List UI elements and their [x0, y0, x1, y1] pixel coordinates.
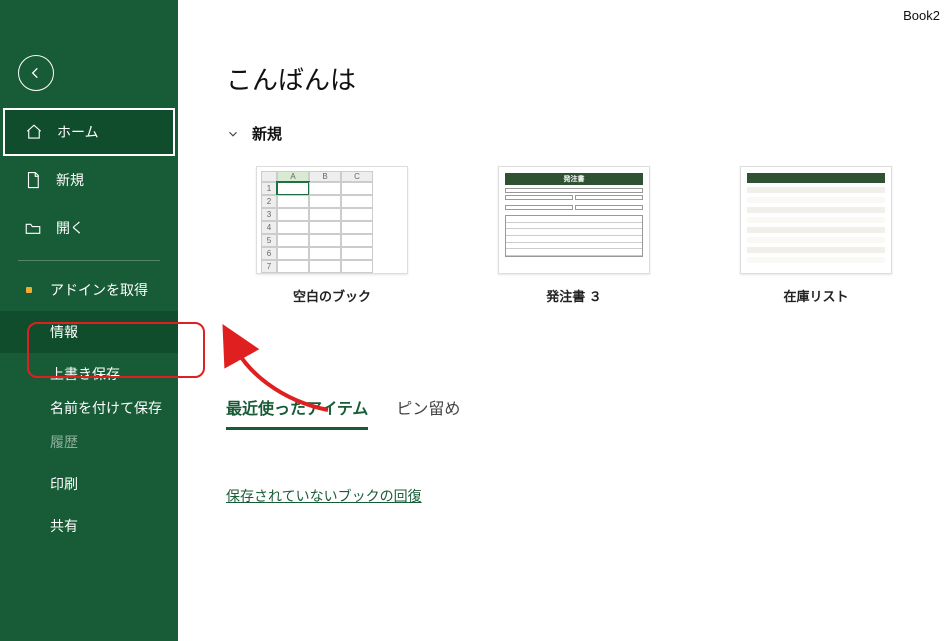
back-button[interactable] — [18, 55, 54, 91]
row-header: 1 — [261, 182, 277, 195]
sidebar-item-label: 名前を付けて保存 — [50, 399, 162, 417]
recover-unsaved-link[interactable]: 保存されていないブックの回復 — [226, 486, 422, 506]
sidebar-item-addins[interactable]: アドインを取得 — [0, 269, 178, 311]
template-label: 在庫リスト — [783, 286, 848, 305]
recent-tabs: 最近使ったアイテム ピン留め — [226, 395, 910, 430]
tab-pinned[interactable]: ピン留め — [396, 395, 460, 430]
row-header: 5 — [261, 234, 277, 247]
sidebar-item-save-as[interactable]: 名前を付けて保存 — [0, 395, 178, 421]
sidebar-item-label: 履歴 — [50, 432, 78, 452]
template-inventory-list[interactable]: 在庫リスト — [740, 166, 892, 305]
arrow-left-icon — [28, 65, 44, 81]
sidebar-item-label: ホーム — [57, 122, 99, 142]
col-header: A — [277, 171, 309, 182]
po-title: 発注書 — [505, 173, 643, 185]
template-thumbnail: 発注書 — [498, 166, 650, 274]
template-blank-workbook[interactable]: A B C 1234567 空白のブック — [256, 166, 408, 305]
window-title: Book2 — [903, 8, 940, 23]
sidebar-item-print[interactable]: 印刷 — [0, 463, 178, 505]
row-header: 2 — [261, 195, 277, 208]
sidebar-nav: ホーム 新規 開く アドインを取得 情報 — [0, 108, 178, 547]
section-label: 新規 — [252, 123, 282, 144]
page-title: こんばんは — [226, 60, 910, 97]
sidebar-item-history: 履歴 — [0, 421, 178, 463]
sidebar-item-label: 開く — [56, 218, 84, 238]
sidebar-item-label: 共有 — [50, 516, 78, 536]
sidebar-separator — [18, 260, 160, 261]
sidebar-item-label: 上書き保存 — [50, 364, 120, 384]
sidebar-item-label: 新規 — [56, 170, 84, 190]
sidebar-item-home[interactable]: ホーム — [3, 108, 175, 156]
col-header: B — [309, 171, 341, 182]
sidebar-item-share[interactable]: 共有 — [0, 505, 178, 547]
row-header: 3 — [261, 208, 277, 221]
home-icon — [25, 123, 43, 141]
sidebar-item-new[interactable]: 新規 — [0, 156, 178, 204]
template-purchase-order[interactable]: 発注書 発注書 ３ — [498, 166, 650, 305]
sidebar-item-label: 情報 — [50, 322, 78, 342]
main-panel: Book2 こんばんは 新規 A B C 12 — [178, 0, 950, 641]
folder-open-icon — [24, 219, 42, 237]
template-thumbnail — [740, 166, 892, 274]
sidebar-item-save[interactable]: 上書き保存 — [0, 353, 178, 395]
sidebar-item-label: アドインを取得 — [50, 280, 148, 300]
section-toggle-new[interactable]: 新規 — [226, 123, 910, 144]
template-thumbnail: A B C 1234567 — [256, 166, 408, 274]
sidebar-item-info[interactable]: 情報 — [0, 311, 178, 353]
tab-recent[interactable]: 最近使ったアイテム — [226, 395, 368, 430]
row-header: 4 — [261, 221, 277, 234]
row-header: 6 — [261, 247, 277, 260]
template-label: 発注書 ３ — [546, 286, 602, 305]
chevron-down-icon — [226, 127, 240, 141]
template-label: 空白のブック — [293, 286, 371, 305]
sidebar-item-open[interactable]: 開く — [0, 204, 178, 252]
col-header: C — [341, 171, 373, 182]
sidebar-item-label: 印刷 — [50, 474, 78, 494]
backstage-sidebar: ホーム 新規 開く アドインを取得 情報 — [0, 0, 178, 641]
row-header: 7 — [261, 260, 277, 273]
file-icon — [24, 171, 42, 189]
new-badge-icon — [26, 287, 32, 293]
template-gallery: A B C 1234567 空白のブック 発注書 — [256, 166, 910, 305]
